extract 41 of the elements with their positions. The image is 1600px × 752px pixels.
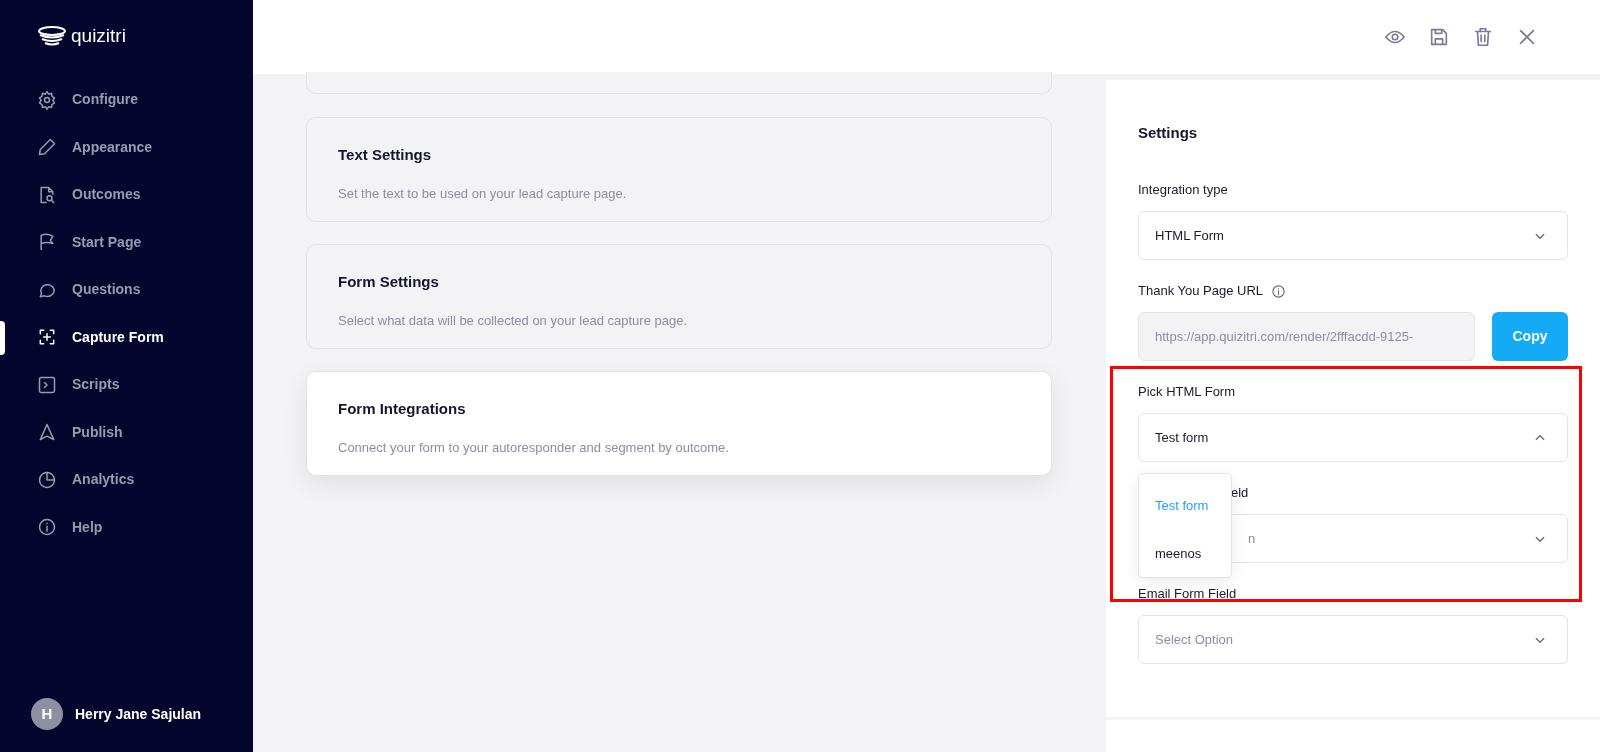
terminal-icon [37, 374, 57, 395]
trash-icon[interactable] [1472, 26, 1494, 48]
sidebar-item[interactable]: Appearance [37, 136, 153, 158]
card-description: Select what data will be collected on your lead capture page. [338, 311, 689, 330]
field-label: Pick HTML Form [1138, 383, 1236, 402]
sidebar-item[interactable]: Analytics [37, 469, 135, 491]
paper-plane-icon [37, 422, 57, 443]
settings-icon [37, 89, 57, 110]
info-icon [37, 517, 57, 538]
user-name: Herry Jane Sajulan [75, 704, 202, 724]
select-field[interactable]: Test form [1138, 413, 1568, 462]
card-description: Connect your form to your autoresponder and segment by outcome. [338, 438, 730, 457]
field-label: eld [1231, 484, 1249, 503]
flag-icon [37, 232, 57, 253]
field-label: Integration type [1138, 181, 1228, 200]
panel-title: Settings [1138, 123, 1199, 142]
card-title: Form Settings [338, 272, 440, 292]
dropdown-option[interactable]: meenos [1139, 543, 1231, 563]
pie-chart-icon [37, 469, 57, 490]
card-title: Form Integrations [338, 399, 467, 419]
settings-card[interactable]: Text Settings Set the text to be used on your lead capture page. [306, 117, 1052, 222]
sidebar-item[interactable]: Capture Form [37, 326, 164, 348]
logo-icon [37, 26, 67, 48]
sidebar-item[interactable]: Help [37, 516, 103, 538]
card-title: Text Settings [338, 145, 433, 165]
settings-card[interactable]: Form Integrations Connect your form to your autoresponder and segment by outcome. [306, 371, 1052, 476]
sidebar-item[interactable]: Publish [37, 421, 123, 443]
info-icon[interactable] [1271, 283, 1287, 299]
sidebar-item[interactable]: Configure [37, 89, 139, 111]
document-search-icon [37, 184, 57, 205]
field-label: Thank You Page URL [1138, 282, 1264, 301]
field-label: Email Form Field [1138, 585, 1237, 604]
sidebar-item[interactable]: Questions [37, 279, 141, 301]
sidebar-item[interactable]: Scripts [37, 374, 120, 396]
pencil-icon [37, 137, 57, 158]
select-field[interactable]: HTML Form [1138, 211, 1568, 260]
sidebar-item[interactable]: Start Page [37, 231, 142, 253]
sidebar-item[interactable]: Outcomes [37, 184, 141, 206]
logo-text: quizitri [71, 24, 126, 48]
card-description: Set the text to be used on your lead capture page. [338, 184, 628, 203]
settings-card[interactable]: Form Settings Select what data will be collected on your lead capture page. [306, 244, 1052, 349]
